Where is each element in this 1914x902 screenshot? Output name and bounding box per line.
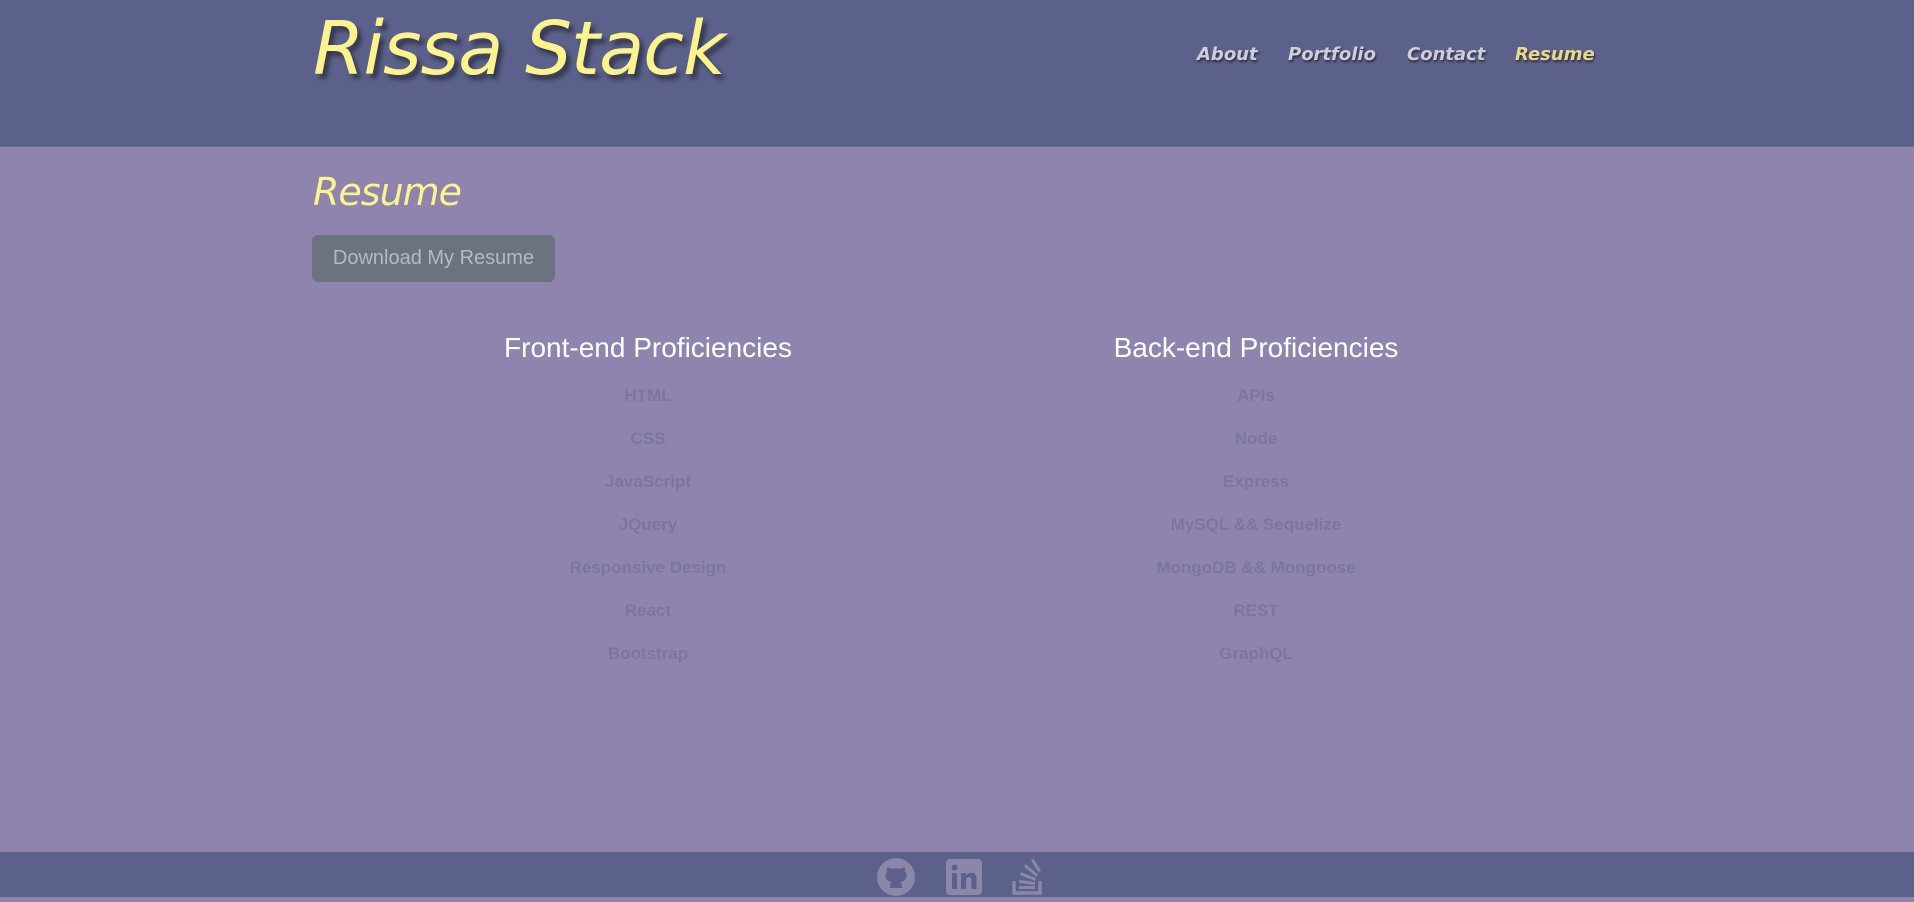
skill-item: GraphQL — [1219, 644, 1293, 663]
nav-link-resume[interactable]: Resume — [1515, 44, 1595, 65]
skill-item: Express — [1222, 472, 1290, 491]
skill-item: JQuery — [618, 515, 678, 534]
download-resume-button[interactable]: Download My Resume — [312, 235, 555, 282]
page-title: Resume — [313, 170, 462, 214]
skill-item: Responsive Design — [569, 558, 727, 577]
skill-item: JavaScript — [605, 472, 691, 491]
frontend-proficiencies: Front-end Proficiencies HTML CSS JavaScr… — [398, 328, 898, 675]
backend-proficiencies: Back-end Proficiencies APIs Node Express… — [1006, 328, 1506, 675]
site-footer — [0, 852, 1914, 897]
site-header: Rissa Stack About Portfolio Contact Resu… — [0, 0, 1914, 147]
skill-item: HTML — [624, 386, 672, 405]
frontend-list: HTML CSS JavaScript JQuery Responsive De… — [398, 374, 898, 675]
frontend-heading: Front-end Proficiencies — [504, 332, 792, 363]
nav-link-contact[interactable]: Contact — [1407, 44, 1485, 65]
backend-list: APIs Node Express MySQL && Sequelize Mon… — [1006, 374, 1506, 675]
skill-item: CSS — [630, 429, 666, 448]
site-brand[interactable]: Rissa Stack — [313, 6, 726, 92]
skill-item: Node — [1234, 429, 1278, 448]
nav-link-about[interactable]: About — [1197, 44, 1258, 65]
stackoverflow-icon[interactable] — [1008, 857, 1048, 897]
linkedin-icon[interactable] — [944, 857, 984, 897]
skill-item: MongoDB && Mongoose — [1156, 558, 1356, 577]
skill-item: REST — [1233, 601, 1279, 620]
skill-item: Bootstrap — [607, 644, 689, 663]
backend-heading: Back-end Proficiencies — [1113, 332, 1399, 363]
github-icon[interactable] — [876, 857, 916, 897]
skill-item: APIs — [1237, 386, 1275, 405]
skill-item: MySQL && Sequelize — [1170, 515, 1342, 534]
nav-link-portfolio[interactable]: Portfolio — [1288, 44, 1376, 65]
skill-item: React — [624, 601, 672, 620]
